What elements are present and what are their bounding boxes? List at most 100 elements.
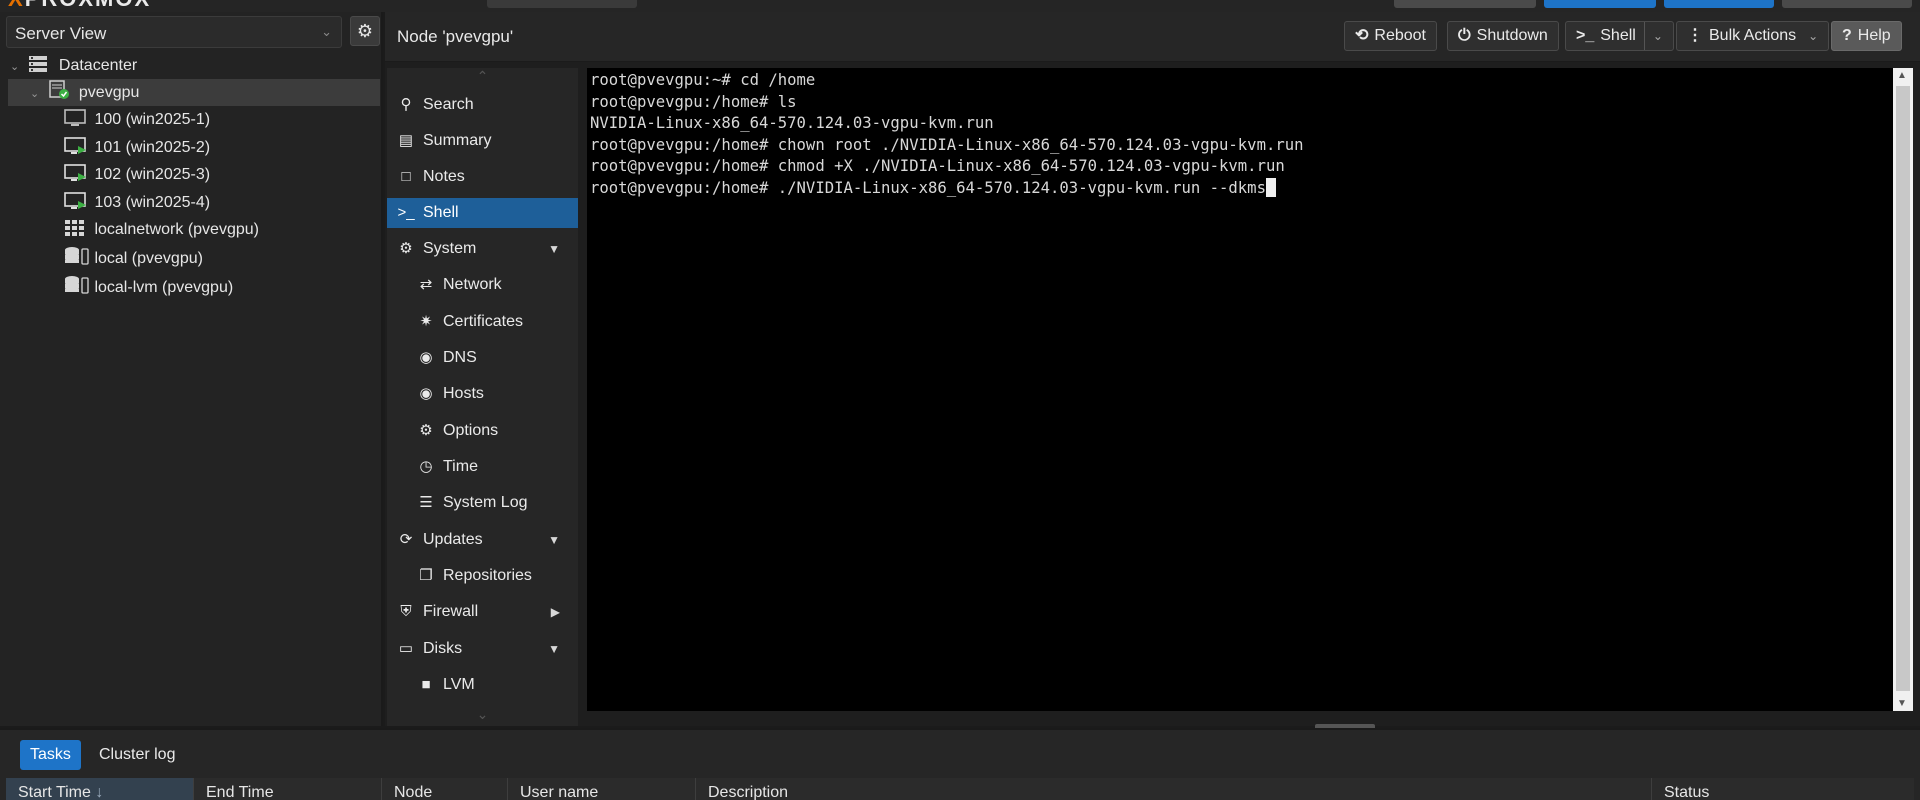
nav-label: Repositories <box>443 567 532 584</box>
question-circle-icon: ? <box>1842 27 1852 44</box>
nav-label: System <box>423 240 477 257</box>
create-ct-button-cropped[interactable] <box>1394 0 1536 8</box>
column-end-time[interactable]: End Time <box>194 778 382 800</box>
vm-running-icon <box>64 137 86 155</box>
chevron-down-icon[interactable]: ⌄ <box>1643 22 1663 50</box>
chevron-down-icon[interactable]: ⌄ <box>30 81 44 108</box>
nav-repositories[interactable]: ❐ Repositories <box>387 561 578 591</box>
nav-firewall[interactable]: ⛨ Firewall ▶ <box>387 597 578 627</box>
chevron-down-icon[interactable]: ⌄ <box>10 54 24 81</box>
terminal-icon: >_ <box>1576 27 1595 44</box>
tree-label: 100 (win2025-1) <box>94 111 211 128</box>
content-header: Node 'pvevgpu' ⟲ Reboot ⏻ Shutdown >_ Shell… <box>385 12 1920 62</box>
terminal-scrollbar[interactable]: ▲ ▼ <box>1893 68 1913 711</box>
nav-disks[interactable]: ▭ Disks ▼ <box>387 634 578 664</box>
column-label: Start Time <box>18 784 91 800</box>
proxmox-logo[interactable]: XPROXMOX <box>8 0 151 12</box>
scroll-down-arrow-icon[interactable]: ▼ <box>1897 698 1907 709</box>
caret-right-icon[interactable]: ▶ <box>551 597 560 627</box>
tab-tasks[interactable]: Tasks <box>20 740 81 770</box>
nav-label: DNS <box>443 349 477 366</box>
terminal-line: root@pvevgpu:/home# chown root ./NVIDIA-… <box>590 135 1304 154</box>
nav-updates[interactable]: ⟳ Updates ▼ <box>387 525 578 555</box>
certificate-icon: ✷ <box>419 313 433 330</box>
tree-item-storage-local-lvm[interactable]: local-lvm (pvevgpu) <box>64 274 364 301</box>
shutdown-label: Shutdown <box>1476 27 1548 44</box>
tree-label: pvevgpu <box>78 84 140 101</box>
globe-icon: ◉ <box>419 385 433 402</box>
caret-down-icon[interactable]: ▼ <box>548 634 560 664</box>
create-vm-button-cropped[interactable] <box>1544 0 1656 8</box>
nav-summary[interactable]: ▤ Summary <box>387 126 578 156</box>
nav-notes[interactable]: □ Notes <box>387 162 578 192</box>
shell-terminal[interactable]: root@pvevgpu:~# cd /home root@pvevgpu:/ho… <box>587 68 1913 711</box>
nav-system-log[interactable]: ☰ System Log <box>387 488 578 518</box>
tree-item-storage-local[interactable]: local (pvevgpu) <box>64 245 364 272</box>
logo-x: X <box>8 0 25 11</box>
nav-search[interactable]: ⚲ Search <box>387 90 578 120</box>
column-label: Description <box>708 784 789 800</box>
scrollbar-thumb[interactable] <box>1896 86 1910 691</box>
nav-label: Summary <box>423 132 492 149</box>
create-ct-blue-button-cropped[interactable] <box>1664 0 1774 8</box>
reboot-label: Reboot <box>1374 27 1426 44</box>
column-start-time[interactable]: Start Time ↓ <box>6 778 194 800</box>
help-button[interactable]: ? Help <box>1831 21 1902 51</box>
sdn-grid-icon <box>64 219 84 237</box>
terminal-line: NVIDIA-Linux-x86_64-570.124.03-vgpu-kvm.… <box>590 114 994 132</box>
global-search-input[interactable] <box>487 0 637 8</box>
chevron-up-icon[interactable]: ⌃ <box>387 68 578 86</box>
view-selector[interactable]: Server View ⌄ <box>6 16 342 48</box>
task-log-panel: Tasks Cluster log Start Time ↓ End Time … <box>0 728 1920 800</box>
top-bar: XPROXMOX <box>0 0 1920 12</box>
nav-system[interactable]: ⚙ System ▼ <box>387 234 578 264</box>
tab-cluster-log[interactable]: Cluster log <box>89 740 185 770</box>
nav-hosts[interactable]: ◉ Hosts <box>387 379 578 409</box>
column-user-name[interactable]: User name <box>508 778 696 800</box>
scroll-up-arrow-icon[interactable]: ▲ <box>1897 70 1907 81</box>
bulk-actions-button[interactable]: ⋮ Bulk Actions ⌄ <box>1676 21 1830 51</box>
nav-options[interactable]: ⚙ Options <box>387 416 578 446</box>
terminal-line-with-cursor: root@pvevgpu:/home# ./NVIDIA-Linux-x86_6… <box>590 177 1910 200</box>
nav-certificates[interactable]: ✷ Certificates <box>387 307 578 337</box>
nav-label: Options <box>443 422 499 439</box>
tree-item-vm-103[interactable]: 103 (win2025-4) <box>64 189 364 216</box>
files-icon: ❐ <box>419 567 433 584</box>
nav-network[interactable]: ⇄ Network <box>387 270 578 300</box>
column-node[interactable]: Node <box>382 778 508 800</box>
shutdown-button[interactable]: ⏻ Shutdown <box>1447 21 1559 51</box>
nav-shell[interactable]: >_ Shell <box>387 198 578 228</box>
tree-item-datacenter[interactable]: ⌄ Datacenter <box>10 52 382 79</box>
shell-split-button[interactable]: >_ Shell ⌄ <box>1565 21 1674 51</box>
tree-label: 103 (win2025-4) <box>94 194 211 211</box>
vm-running-icon <box>64 164 86 182</box>
nav-label: Shell <box>423 204 459 221</box>
gear-icon[interactable]: ⚙ <box>350 16 380 46</box>
vm-stopped-icon <box>64 109 86 127</box>
task-grid-header: Start Time ↓ End Time Node User name Des… <box>6 778 1914 800</box>
nav-time[interactable]: ◷ Time <box>387 452 578 482</box>
tree-item-sdn-localnetwork[interactable]: localnetwork (pvevgpu) <box>64 216 364 243</box>
tree-item-node-pvevgpu[interactable]: ⌄ pvevgpu <box>8 79 380 106</box>
column-label: User name <box>520 784 599 800</box>
nav-lvm[interactable]: ■ LVM <box>387 670 578 700</box>
column-status[interactable]: Status <box>1652 778 1902 800</box>
caret-down-icon[interactable]: ▼ <box>548 525 560 555</box>
page-title: Node 'pvevgpu' <box>397 27 514 46</box>
nav-dns[interactable]: ◉ DNS <box>387 343 578 373</box>
caret-down-icon[interactable]: ▼ <box>548 234 560 264</box>
chevron-down-icon: ⌄ <box>1808 29 1819 43</box>
tree-item-vm-100[interactable]: 100 (win2025-1) <box>64 106 364 133</box>
tree-label: 102 (win2025-3) <box>94 166 211 183</box>
reboot-button[interactable]: ⟲ Reboot <box>1344 21 1437 51</box>
search-icon: ⚲ <box>400 96 412 113</box>
column-description[interactable]: Description <box>696 778 1652 800</box>
user-menu-button-cropped[interactable] <box>1782 0 1912 8</box>
notes-icon: □ <box>401 168 411 185</box>
gear-icon: ⚙ <box>419 422 433 439</box>
exchange-icon: ⇄ <box>419 276 433 293</box>
tree-item-vm-102[interactable]: 102 (win2025-3) <box>64 161 364 188</box>
tree-item-vm-101[interactable]: 101 (win2025-2) <box>64 134 364 161</box>
chevron-down-icon[interactable]: ⌄ <box>387 706 578 724</box>
nav-label: LVM <box>443 676 475 693</box>
